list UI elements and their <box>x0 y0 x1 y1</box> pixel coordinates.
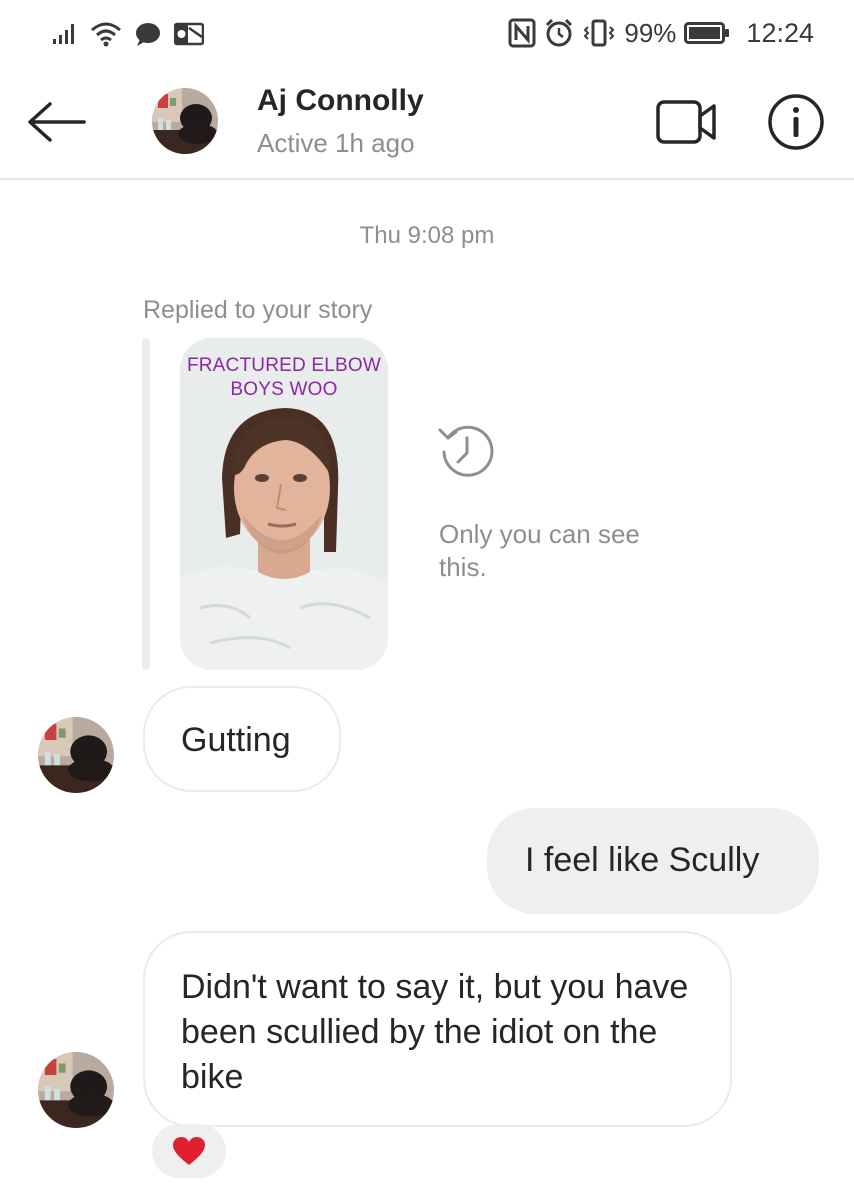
chat-header: Aj Connolly Active 1h ago <box>0 66 854 180</box>
status-bar: 99% 12:24 <box>0 0 854 66</box>
battery-percent: 99% <box>624 17 677 48</box>
private-story-note: Only you can see this. <box>439 519 640 582</box>
incoming-message[interactable]: Gutting <box>143 686 341 792</box>
message-text: Gutting <box>181 721 291 759</box>
story-caption-line-2: BOYS WOO <box>230 379 338 400</box>
message-text: Didn't want to say it, but you have been… <box>181 968 689 1096</box>
video-call-icon <box>656 100 716 144</box>
outlook-icon <box>174 22 204 46</box>
contact-avatar-image <box>152 88 218 154</box>
heart-icon <box>173 1137 205 1165</box>
info-icon <box>768 94 824 150</box>
signal-icon <box>53 24 74 44</box>
message-text: I feel like Scully <box>525 841 760 879</box>
alarm-icon <box>546 18 573 47</box>
nfc-icon <box>508 18 536 48</box>
history-icon <box>436 420 498 482</box>
contact-avatar[interactable] <box>152 88 218 154</box>
message-timestamp: Thu 9:08 pm <box>359 222 495 249</box>
sender-avatar[interactable] <box>38 717 114 793</box>
battery-icon <box>684 22 730 44</box>
video-call-button[interactable] <box>654 96 720 148</box>
info-button[interactable] <box>766 92 826 152</box>
vibrate-icon <box>583 19 615 47</box>
story-caption-line-1: FRACTURED ELBOW <box>186 355 382 376</box>
sender-avatar[interactable] <box>38 1052 114 1128</box>
contact-active-status: Active 1h ago <box>257 128 415 158</box>
back-button[interactable] <box>22 94 90 150</box>
story-reply-label: Replied to your story <box>143 296 373 324</box>
sender-avatar-image <box>38 717 114 793</box>
outgoing-message[interactable]: I feel like Scully <box>487 808 819 914</box>
status-time: 12:24 <box>746 17 814 48</box>
story-preview[interactable]: FRACTURED ELBOW BOYS WOO <box>180 338 388 670</box>
contact-name[interactable]: Aj Connolly <box>257 84 424 118</box>
story-caption: FRACTURED ELBOW BOYS WOO <box>180 354 388 402</box>
sender-avatar-image <box>38 1052 114 1128</box>
heart-reaction[interactable] <box>152 1124 226 1178</box>
status-left-icons <box>52 20 204 48</box>
status-right-icons: 99% 12:24 <box>508 16 814 50</box>
reply-indicator-line <box>142 338 150 670</box>
incoming-message[interactable]: Didn't want to say it, but you have been… <box>143 931 732 1127</box>
wifi-icon <box>91 22 121 47</box>
chat-bubble-icon <box>136 23 160 46</box>
back-arrow-icon <box>28 102 86 142</box>
